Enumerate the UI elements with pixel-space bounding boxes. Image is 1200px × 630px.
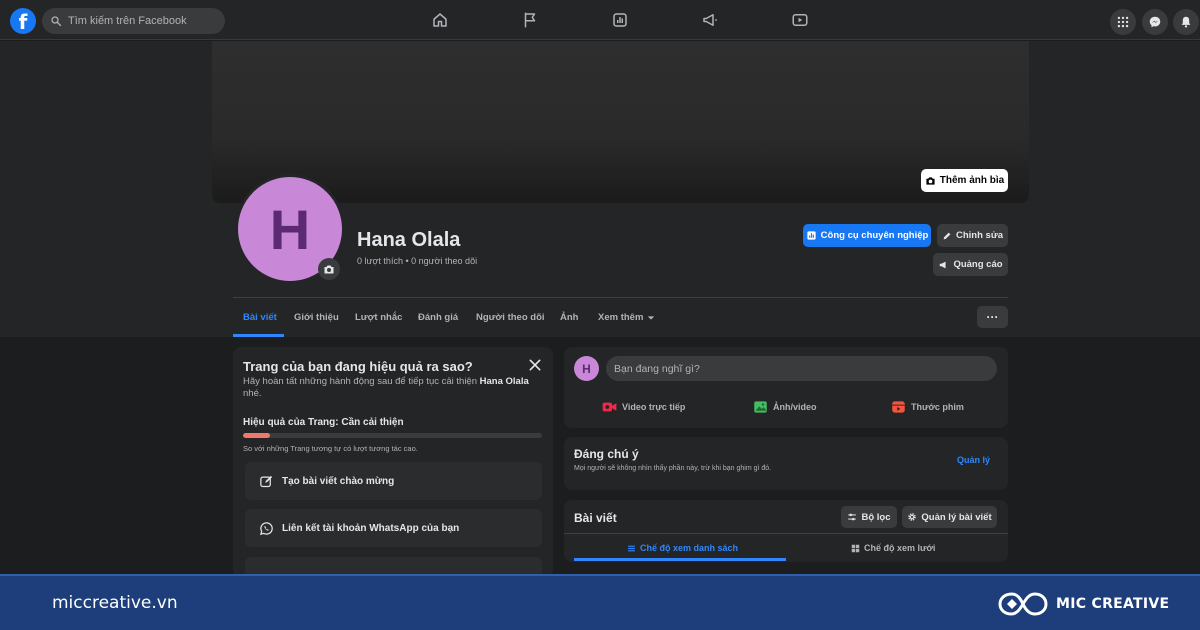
photo-video-button[interactable]: Ảnh/video <box>753 400 817 414</box>
search-input[interactable] <box>68 15 218 27</box>
video-icon[interactable] <box>790 10 810 30</box>
mic-creative-logo-icon <box>998 592 1048 616</box>
search-icon <box>51 16 62 27</box>
tab-mentions[interactable]: Lượt nhắc <box>355 312 402 323</box>
footer-brand-name: MIC CREATIVE <box>1056 596 1170 612</box>
camera-icon <box>324 265 334 273</box>
grid-icon <box>851 544 860 552</box>
featured-card: Đáng chú ý Mọi người sẽ không nhìn thấy … <box>564 437 1008 490</box>
posts-card: Bài viết Bộ lọc Quản lý bài viết Chế độ … <box>564 500 1008 562</box>
task-link-whatsapp[interactable]: Liên kết tài khoản WhatsApp của bạn <box>245 509 542 547</box>
active-view-indicator <box>574 558 786 561</box>
list-icon <box>628 545 635 551</box>
reels-label: Thước phim <box>911 402 964 412</box>
professional-tools-label: Công cụ chuyên nghiệp <box>820 230 929 241</box>
more-options-button[interactable]: ··· <box>977 306 1008 328</box>
tab-followers[interactable]: Người theo dõi <box>476 312 545 323</box>
cover-photo <box>212 41 1029 203</box>
search-box[interactable] <box>42 8 225 34</box>
tab-reviews[interactable]: Đánh giá <box>418 312 458 323</box>
live-video-label: Video trực tiếp <box>622 402 686 412</box>
tab-photos[interactable]: Ảnh <box>560 312 578 323</box>
reels-icon <box>892 401 905 413</box>
task-label: Tạo bài viết chào mừng <box>282 475 395 487</box>
performance-progress-bar <box>243 433 542 438</box>
posts-divider <box>564 533 1008 534</box>
list-view-label: Chế độ xem danh sách <box>640 543 739 553</box>
edit-button[interactable]: Chỉnh sửa <box>937 224 1008 247</box>
task-label: Liên kết tài khoản WhatsApp của bạn <box>282 522 460 534</box>
post-composer-card: H Bạn đang nghĩ gì? Video trực tiếp Ảnh/… <box>564 347 1008 428</box>
more-options-label: ··· <box>986 310 999 324</box>
manage-posts-label: Quản lý bài viết <box>921 511 992 523</box>
footer-website: miccreative.vn <box>52 593 178 613</box>
bell-icon[interactable] <box>1173 9 1199 35</box>
home-icon[interactable] <box>430 10 450 30</box>
composer-input[interactable]: Bạn đang nghĩ gì? <box>606 356 997 381</box>
avatar-letter: H <box>269 197 311 261</box>
performance-label: Hiệu quả của Trang: Cần cải thiện <box>243 417 404 428</box>
insights-icon[interactable] <box>610 10 630 30</box>
gear-icon <box>908 513 917 521</box>
tab-see-more[interactable]: Xem thêm <box>598 312 655 323</box>
composer-avatar-letter: H <box>582 361 591 376</box>
whatsapp-icon <box>259 521 273 535</box>
flag-icon[interactable] <box>520 10 540 30</box>
camera-icon <box>926 176 935 185</box>
advertise-button[interactable]: Quảng cáo <box>933 253 1008 276</box>
performance-description-prefix: Hãy hoàn tất những hành động sau để tiếp… <box>243 376 478 387</box>
manage-posts-button[interactable]: Quản lý bài viết <box>902 506 997 528</box>
add-cover-photo-button[interactable]: Thêm ảnh bìa <box>921 169 1008 192</box>
filter-label: Bộ lọc <box>861 511 891 523</box>
performance-note: So với những Trang tương tự có lượt tươn… <box>243 444 418 453</box>
messenger-icon[interactable] <box>1142 9 1168 35</box>
composer-avatar: H <box>574 356 599 381</box>
active-tab-indicator <box>233 334 284 337</box>
profile-stats: 0 lượt thích • 0 người theo dõi <box>357 256 478 266</box>
tab-see-more-label: Xem thêm <box>598 312 644 323</box>
brand-footer-banner: miccreative.vn MIC CREATIVE <box>0 574 1200 630</box>
performance-description: Hãy hoàn tất những hành động sau để tiếp… <box>243 376 533 400</box>
live-video-icon <box>602 402 617 412</box>
insights-icon <box>807 231 816 240</box>
facebook-logo[interactable]: f <box>10 8 36 34</box>
photo-video-label: Ảnh/video <box>773 402 817 412</box>
performance-progress-fill <box>243 433 270 438</box>
composer-placeholder: Bạn đang nghĩ gì? <box>614 362 700 375</box>
caret-down-icon <box>648 315 655 320</box>
task-create-welcome-post[interactable]: Tạo bài viết chào mừng <box>245 462 542 500</box>
grid-view-label: Chế độ xem lưới <box>864 543 936 553</box>
advertise-label: Quảng cáo <box>953 259 1003 270</box>
profile-name: Hana Olala <box>357 229 461 251</box>
featured-title: Đáng chú ý <box>574 447 639 461</box>
edit-label: Chỉnh sửa <box>956 230 1003 241</box>
pencil-icon <box>943 232 951 239</box>
megaphone-icon <box>940 261 947 268</box>
add-cover-photo-label: Thêm ảnh bìa <box>939 175 1005 186</box>
change-avatar-button[interactable] <box>318 258 340 280</box>
edit-icon <box>260 475 273 487</box>
performance-description-name: Hana Olala <box>479 376 529 387</box>
live-video-button[interactable]: Video trực tiếp <box>602 400 685 414</box>
photo-icon <box>754 401 767 413</box>
tab-about[interactable]: Giới thiệu <box>294 312 339 323</box>
page-performance-card: Trang của bạn đang hiệu quả ra sao? Hãy … <box>233 347 553 577</box>
top-navigation-bar: f <box>0 0 1200 40</box>
menu-grid-icon[interactable] <box>1110 9 1136 35</box>
posts-title: Bài viết <box>574 511 617 525</box>
tabs-divider <box>233 297 1008 298</box>
performance-description-suffix: nhé. <box>243 388 262 399</box>
professional-tools-button[interactable]: Công cụ chuyên nghiệp <box>803 224 931 247</box>
grid-view-tab[interactable]: Chế độ xem lưới <box>851 543 935 553</box>
filter-icon <box>848 513 857 521</box>
reels-button[interactable]: Thước phim <box>891 400 964 414</box>
featured-subtitle: Mọi người sẽ không nhìn thấy phần này, t… <box>574 465 772 472</box>
megaphone-icon[interactable] <box>700 10 720 30</box>
manage-featured-link[interactable]: Quản lý <box>957 455 990 465</box>
filter-button[interactable]: Bộ lọc <box>841 506 897 528</box>
performance-title: Trang của bạn đang hiệu quả ra sao? <box>243 359 473 374</box>
close-icon[interactable] <box>527 357 543 373</box>
list-view-tab[interactable]: Chế độ xem danh sách <box>627 543 738 553</box>
tab-posts[interactable]: Bài viết <box>243 312 277 323</box>
